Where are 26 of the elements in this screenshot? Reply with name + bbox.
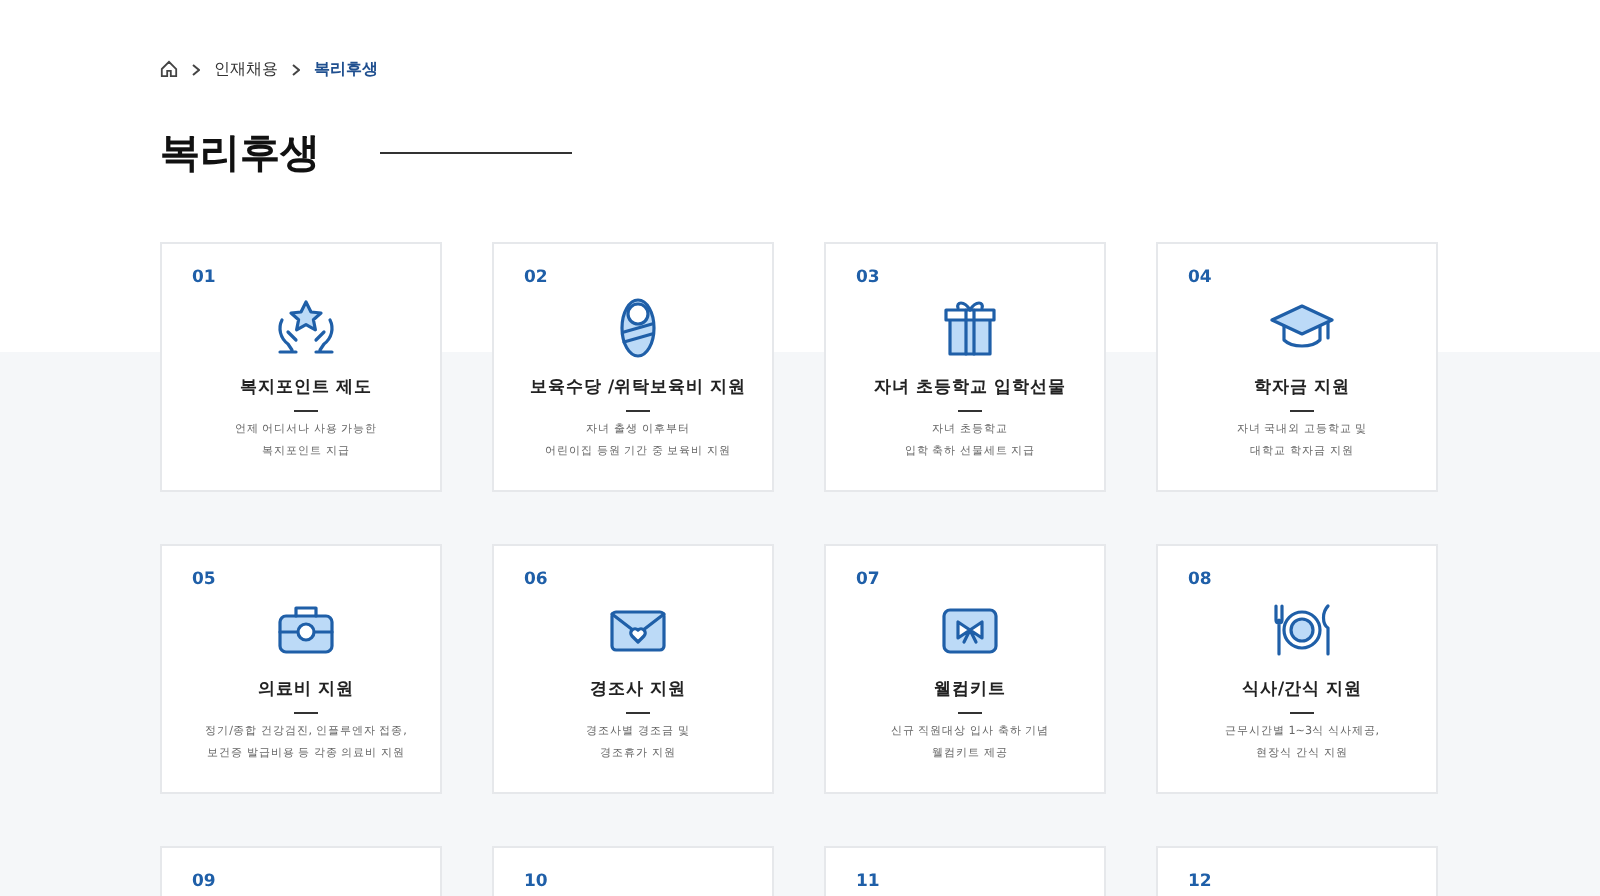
card-title: 보육수당 /위탁보육비 지원 bbox=[529, 376, 747, 400]
card-title: 학자금 지원 bbox=[1254, 376, 1350, 400]
card-title: 식사/간식 지원 bbox=[1241, 678, 1363, 702]
chevron-icon bbox=[192, 63, 200, 75]
card-number: 04 bbox=[1188, 268, 1212, 292]
card-number: 07 bbox=[856, 570, 880, 594]
card-number: 06 bbox=[524, 570, 548, 594]
card-number: 01 bbox=[192, 268, 216, 292]
card-number: 08 bbox=[1188, 570, 1212, 594]
card-number: 11 bbox=[856, 872, 880, 896]
breadcrumb-link[interactable]: 인재채용 bbox=[214, 58, 278, 80]
home-icon[interactable] bbox=[160, 60, 178, 78]
chevron-icon bbox=[292, 63, 300, 75]
card-number: 05 bbox=[192, 570, 216, 594]
card-title: 의료비 지원 bbox=[258, 678, 354, 702]
card-title: 경조사 지원 bbox=[590, 678, 686, 702]
card-number: 12 bbox=[1188, 872, 1212, 896]
card-number: 02 bbox=[524, 268, 548, 292]
card-title: 웰컴키트 bbox=[934, 678, 1006, 702]
page-title: 복리후생 bbox=[160, 126, 320, 180]
breadcrumb-link[interactable]: 복리후생 bbox=[314, 58, 378, 80]
card-number: 10 bbox=[524, 872, 548, 896]
card-number: 09 bbox=[192, 872, 216, 896]
card-title: 복지포인트 제도 bbox=[240, 376, 372, 400]
card-number: 03 bbox=[856, 268, 880, 292]
card-title: 자녀 초등학교 입학선물 bbox=[874, 376, 1066, 400]
